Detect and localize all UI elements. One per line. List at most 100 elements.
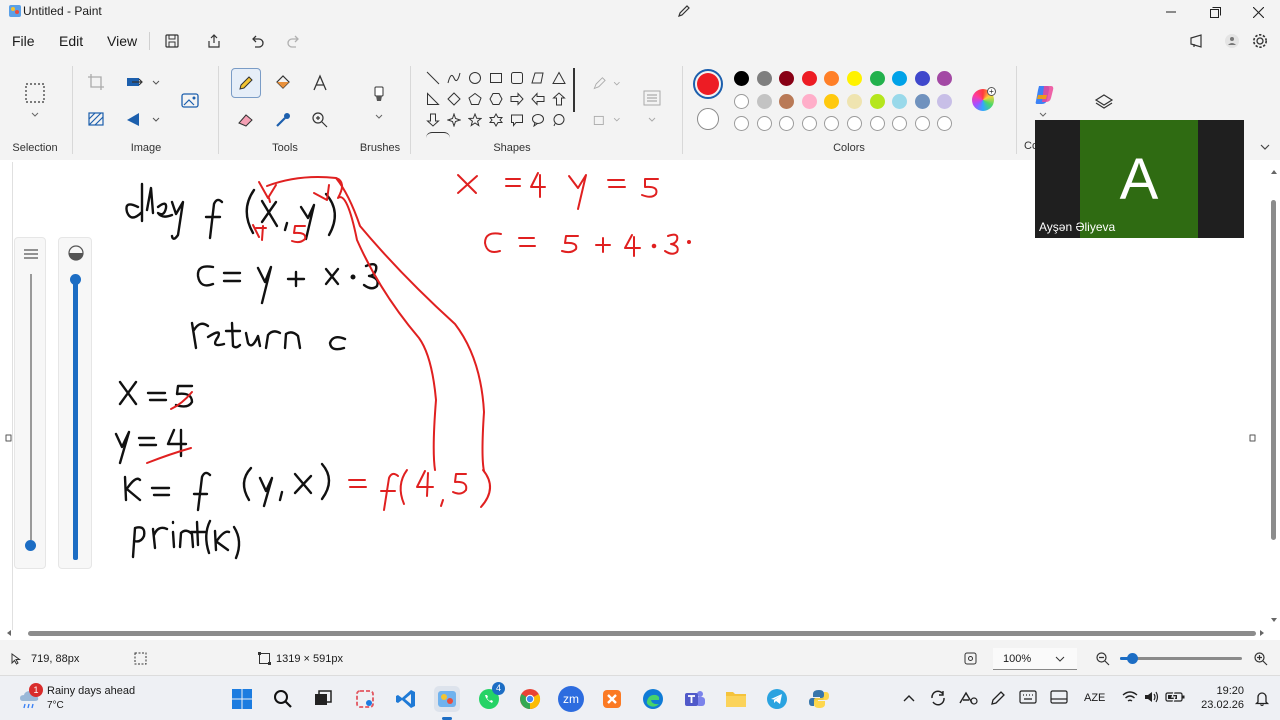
- color-swatch[interactable]: [937, 71, 953, 86]
- save-button[interactable]: [161, 30, 183, 52]
- weather-widget[interactable]: 1 Rainy days ahead 7°C: [16, 683, 186, 714]
- fill-tool[interactable]: [269, 69, 297, 97]
- color-swatch[interactable]: [734, 71, 749, 86]
- color-swatch[interactable]: [847, 71, 862, 86]
- brush-size-track[interactable]: [30, 274, 32, 540]
- color-swatch[interactable]: [779, 93, 795, 109]
- triangle-shape[interactable]: [550, 69, 568, 87]
- search-button[interactable]: [270, 686, 296, 712]
- zoom-in-icon[interactable]: [1253, 651, 1268, 666]
- rectangle-shape[interactable]: [487, 69, 505, 87]
- color-swatch[interactable]: [914, 116, 930, 131]
- minimize-button[interactable]: [1149, 0, 1193, 24]
- up-arrow-shape[interactable]: [550, 90, 568, 108]
- display-icon[interactable]: [1050, 690, 1068, 704]
- vertical-scrollbar[interactable]: [1271, 200, 1276, 540]
- battery-icon[interactable]: [1165, 691, 1185, 703]
- pencil-tool[interactable]: [231, 68, 261, 98]
- notification-bell-icon[interactable]: [1253, 689, 1271, 707]
- chevron-down-icon[interactable]: [1260, 144, 1270, 151]
- color-swatch[interactable]: [914, 93, 930, 109]
- pencil-icon[interactable]: [676, 3, 692, 19]
- vscode-button[interactable]: [393, 686, 419, 712]
- selection-tool[interactable]: [20, 78, 50, 108]
- teams-button[interactable]: [682, 686, 708, 712]
- color-swatch[interactable]: [847, 93, 862, 109]
- image-creator-button[interactable]: [176, 86, 204, 114]
- color-swatch[interactable]: [914, 71, 930, 86]
- pen-icon[interactable]: [989, 689, 1007, 707]
- chrome-button[interactable]: [517, 686, 543, 712]
- sync-icon[interactable]: [929, 689, 947, 707]
- zoom-slider-thumb[interactable]: [1127, 653, 1139, 664]
- close-button[interactable]: [1236, 0, 1280, 24]
- color-swatch[interactable]: [847, 116, 862, 131]
- chevron-down-icon[interactable]: [648, 117, 656, 123]
- horizontal-scrollbar[interactable]: [28, 631, 1256, 636]
- oval-shape[interactable]: [466, 69, 484, 87]
- hexagon-shape[interactable]: [487, 90, 505, 108]
- curve-shape[interactable]: [445, 69, 463, 87]
- scroll-left-icon[interactable]: [5, 629, 13, 637]
- brush-size-thumb[interactable]: [25, 540, 36, 551]
- down-arrow-shape[interactable]: [424, 111, 442, 129]
- rounded-rectangle-shape[interactable]: [508, 69, 526, 87]
- six-point-star-shape[interactable]: [487, 111, 505, 129]
- input-language[interactable]: AZE: [1084, 692, 1105, 704]
- rotate-button[interactable]: [120, 105, 148, 133]
- opacity-track[interactable]: [73, 280, 78, 560]
- five-point-star-shape[interactable]: [466, 111, 484, 129]
- color-swatch[interactable]: [869, 116, 885, 131]
- zoom-app-button[interactable]: zm: [558, 686, 584, 712]
- brushes-button[interactable]: [365, 80, 393, 108]
- zoom-out-icon[interactable]: [1095, 651, 1110, 666]
- color-swatch[interactable]: [892, 116, 908, 131]
- menu-file[interactable]: File: [12, 33, 35, 49]
- four-point-star-shape[interactable]: [445, 111, 463, 129]
- size-button[interactable]: [638, 84, 666, 112]
- zoom-slider[interactable]: [1120, 653, 1242, 664]
- settings-button[interactable]: [1249, 30, 1271, 52]
- color-swatch[interactable]: [937, 93, 953, 109]
- color-swatch[interactable]: [892, 93, 908, 109]
- callout-rectangle-shape[interactable]: [508, 111, 526, 129]
- shapes-scrollbar[interactable]: [573, 68, 575, 112]
- clock[interactable]: 19:20 23.02.26: [1194, 684, 1244, 712]
- telegram-button[interactable]: [764, 686, 790, 712]
- redo-button[interactable]: [283, 30, 305, 52]
- canvas-resize-handle-left[interactable]: [5, 434, 12, 442]
- color-swatch[interactable]: [756, 71, 772, 86]
- whatsapp-button[interactable]: 4: [476, 682, 505, 712]
- wifi-icon[interactable]: [1122, 690, 1138, 704]
- file-explorer-button[interactable]: [723, 686, 749, 712]
- right-arrow-shape[interactable]: [508, 90, 526, 108]
- feedback-button[interactable]: [1186, 30, 1208, 52]
- scroll-up-icon[interactable]: [1270, 168, 1278, 176]
- chevron-down-icon[interactable]: [31, 112, 39, 118]
- color-swatch[interactable]: [801, 71, 817, 86]
- transparent-select-button[interactable]: [82, 105, 110, 133]
- color-swatch[interactable]: [869, 71, 885, 86]
- xampp-button[interactable]: [599, 686, 625, 712]
- diamond-shape[interactable]: [445, 90, 463, 108]
- menu-view[interactable]: View: [107, 33, 137, 49]
- color-swatch[interactable]: [801, 116, 817, 131]
- maximize-button[interactable]: [1193, 0, 1237, 24]
- chevron-down-icon[interactable]: [375, 114, 383, 120]
- chevron-down-icon[interactable]: [152, 80, 160, 86]
- color-swatch[interactable]: [824, 71, 840, 86]
- edge-button[interactable]: [640, 686, 666, 712]
- start-button[interactable]: [229, 686, 255, 712]
- left-arrow-shape[interactable]: [529, 90, 547, 108]
- color-swatch[interactable]: [869, 93, 885, 109]
- layers-button[interactable]: [1090, 88, 1118, 116]
- right-triangle-shape[interactable]: [424, 90, 442, 108]
- secondary-color-button[interactable]: [697, 108, 719, 130]
- task-view-button[interactable]: [310, 686, 336, 712]
- color-swatch[interactable]: [734, 116, 749, 131]
- resize-button[interactable]: [120, 68, 148, 96]
- keyboard-icon[interactable]: [1019, 690, 1037, 704]
- opacity-thumb[interactable]: [70, 274, 81, 285]
- heart-shape-partial[interactable]: [426, 132, 450, 138]
- line-shape[interactable]: [424, 69, 442, 87]
